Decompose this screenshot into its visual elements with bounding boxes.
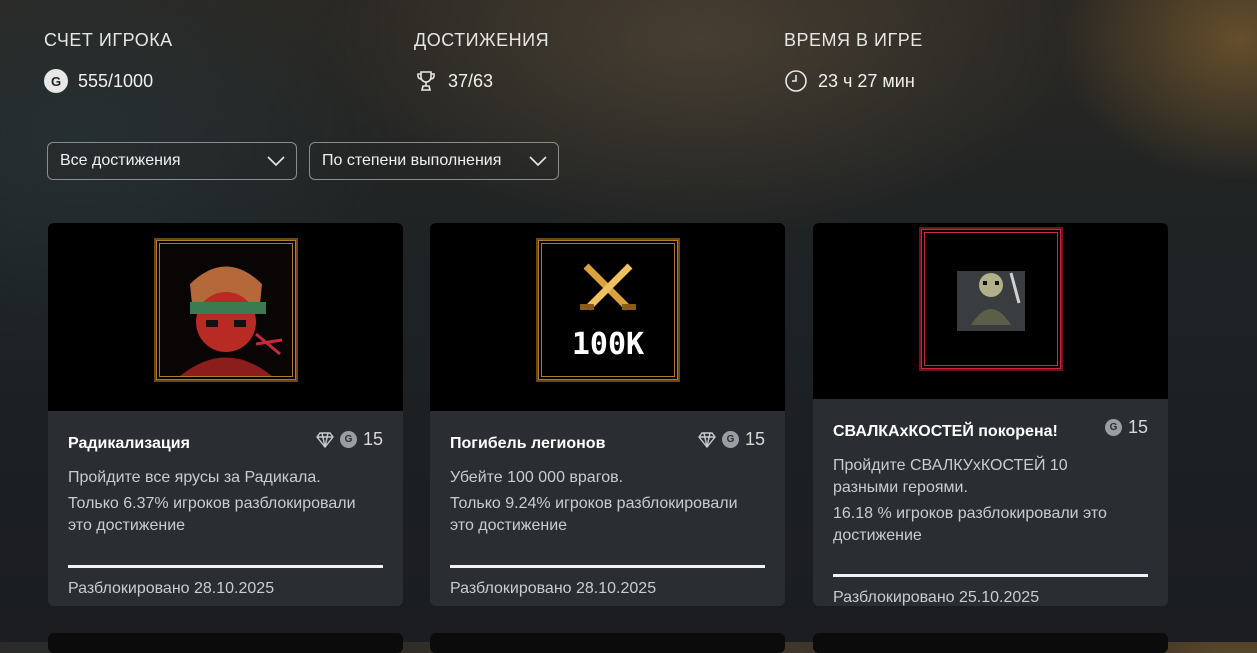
sort-dropdown[interactable]: По степени выполнения bbox=[309, 142, 559, 180]
sort-dropdown-value: По степени выполнения bbox=[322, 152, 502, 169]
player-score-label: СЧЕТ ИГРОКА bbox=[44, 30, 173, 50]
achievement-rarity: Только 9.24% игроков разблокировали это … bbox=[450, 495, 738, 534]
achievements-value: 37/63 bbox=[448, 70, 494, 91]
achievement-description: Пройдите СВАЛКУxКОСТЕЙ 10 разными героям… bbox=[833, 457, 1068, 496]
playtime-label: ВРЕМЯ В ИГРЕ bbox=[784, 30, 923, 50]
art-100k-label: 100K bbox=[571, 327, 643, 362]
achievement-points: 15 bbox=[744, 429, 765, 449]
achievement-art bbox=[918, 227, 1063, 371]
progress-bar bbox=[450, 565, 765, 568]
filter-dropdown[interactable]: Все достижения bbox=[47, 142, 297, 180]
chevron-down-icon bbox=[267, 156, 285, 167]
unlock-date: Разблокировано 28.10.2025 bbox=[450, 580, 657, 597]
chevron-down-icon bbox=[529, 156, 547, 167]
trophy-icon bbox=[417, 71, 435, 91]
achievement-points: 15 bbox=[362, 429, 383, 449]
gamerscore-icon: G bbox=[721, 431, 739, 448]
achievement-image bbox=[48, 223, 403, 411]
achievement-art: 100K bbox=[535, 238, 680, 382]
achievement-rarity: Только 6.37% игроков разблокировали это … bbox=[68, 495, 356, 534]
achievement-card[interactable] bbox=[430, 633, 785, 653]
unlock-date: Разблокировано 25.10.2025 bbox=[833, 589, 1040, 606]
achievements-label: ДОСТИЖЕНИЯ bbox=[414, 30, 550, 50]
player-score-stat: СЧЕТ ИГРОКА G 555/1000 bbox=[44, 30, 173, 93]
progress-bar bbox=[68, 565, 383, 568]
achievement-image bbox=[813, 223, 1168, 399]
gamerscore-icon: G bbox=[339, 431, 357, 448]
achievement-image: 100K bbox=[430, 223, 785, 411]
achievement-card[interactable]: 100K Погибель легионов G 15 Убейте 100 0… bbox=[430, 223, 785, 606]
achievement-card[interactable] bbox=[813, 633, 1168, 653]
diamond-icon bbox=[316, 431, 334, 448]
achievement-points: 15 bbox=[1127, 417, 1148, 437]
achievement-title: СВАЛКАxКОСТЕЙ покорена! bbox=[833, 423, 1058, 440]
diamond-icon bbox=[698, 431, 716, 448]
filter-dropdown-value: Все достижения bbox=[60, 152, 181, 169]
achievement-card[interactable]: Радикализация G 15 Пройдите все ярусы за… bbox=[48, 223, 403, 606]
progress-bar bbox=[833, 574, 1148, 577]
achievement-card[interactable]: СВАЛКАxКОСТЕЙ покорена! G 15 Пройдите СВ… bbox=[813, 223, 1168, 606]
achievement-art bbox=[153, 238, 298, 382]
gamerscore-icon: G bbox=[1104, 419, 1122, 436]
player-score-value: 555/1000 bbox=[78, 70, 154, 91]
gamerscore-icon: G bbox=[44, 69, 68, 93]
playtime-stat: ВРЕМЯ В ИГРЕ 23 ч 27 мин bbox=[784, 30, 923, 93]
achievement-description: Пройдите все ярусы за Радикала. bbox=[68, 469, 321, 486]
playtime-value: 23 ч 27 мин bbox=[818, 70, 915, 91]
achievements-stat: ДОСТИЖЕНИЯ 37/63 bbox=[414, 30, 549, 93]
clock-icon bbox=[785, 70, 807, 92]
unlock-date: Разблокировано 28.10.2025 bbox=[68, 580, 275, 597]
achievement-title: Радикализация bbox=[68, 435, 190, 452]
achievement-card[interactable] bbox=[48, 633, 403, 653]
achievement-rarity: 16.18 % игроков разблокировали это дости… bbox=[833, 505, 1107, 544]
achievement-title: Погибель легионов bbox=[450, 435, 606, 452]
achievement-description: Убейте 100 000 врагов. bbox=[450, 469, 624, 486]
